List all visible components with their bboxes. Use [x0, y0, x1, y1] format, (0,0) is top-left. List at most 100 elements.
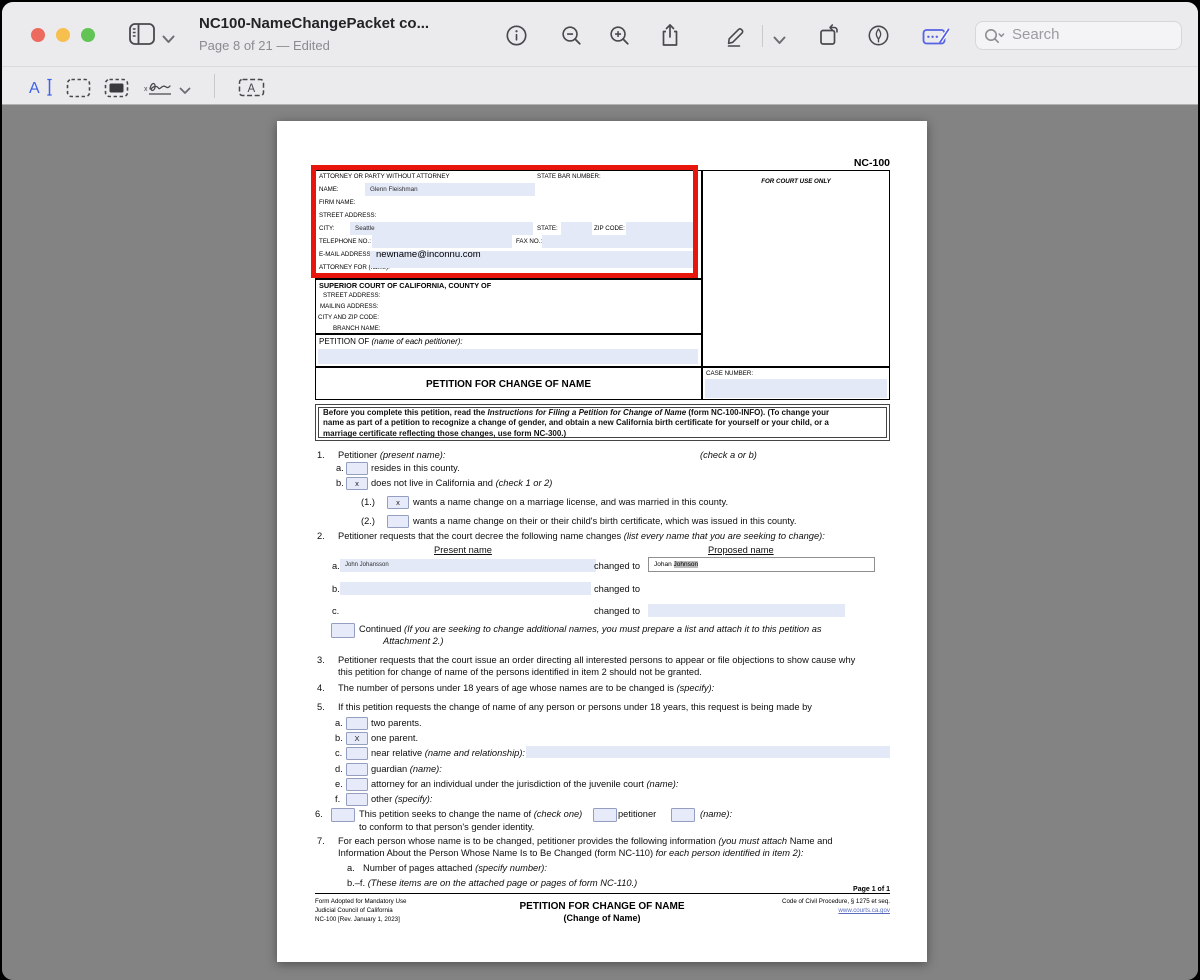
item6-line1: This petition seeks to change the name o… — [359, 809, 582, 819]
item1b-checkbox[interactable]: x — [346, 477, 368, 490]
markup-chevron-down-icon[interactable] — [773, 32, 786, 50]
item1a-checkbox[interactable] — [346, 462, 368, 475]
item1a-text: resides in this county. — [371, 463, 460, 473]
item2b-changed-to: changed to — [594, 584, 640, 594]
signature-chevron-down-icon[interactable] — [179, 82, 191, 100]
item4-number: 4. — [317, 683, 325, 693]
item3-number: 3. — [317, 655, 325, 665]
markup-toolbar-divider — [214, 74, 215, 98]
item5c-field[interactable] — [526, 746, 890, 758]
item2b-letter: b. — [332, 584, 340, 594]
item1b2-label: (2.) — [361, 516, 375, 526]
minimize-button[interactable] — [56, 28, 70, 42]
continuity-markup-pen-icon[interactable] — [867, 24, 890, 52]
court-cityzip-label: CITY AND ZIP CODE: — [318, 314, 379, 321]
court-branch-label: BRANCH NAME: — [333, 325, 380, 332]
item1b1-label: (1.) — [361, 497, 375, 507]
footer-rule — [315, 893, 890, 894]
text-selection-icon[interactable]: A — [28, 76, 58, 103]
svg-text:x: x — [144, 86, 148, 93]
item5b-checkbox[interactable]: X — [346, 732, 368, 745]
item5f-letter: f. — [335, 794, 340, 804]
search-input[interactable] — [1010, 25, 1174, 44]
zoom-out-icon[interactable] — [560, 24, 583, 52]
item5d-text: guardian (name): — [371, 764, 442, 774]
item5f-checkbox[interactable] — [346, 793, 368, 806]
markup-pencil-icon[interactable] — [724, 23, 748, 53]
item5b-text: one parent. — [371, 733, 418, 743]
footer-left-3: NC-100 [Rev. January 1, 2023] — [315, 916, 400, 923]
item7-line2: Information About the Person Whose Name … — [338, 848, 803, 858]
autofill-form-icon[interactable] — [922, 25, 952, 52]
proposed-name-header: Proposed name — [708, 545, 774, 555]
court-use-label: FOR COURT USE ONLY — [702, 178, 890, 185]
item2-continued-checkbox[interactable] — [331, 623, 355, 638]
item1a-letter: a. — [336, 463, 344, 473]
zoom-in-icon[interactable] — [608, 24, 631, 52]
sidebar-toggle-icon[interactable] — [129, 23, 155, 50]
item2c-proposed-field[interactable] — [648, 604, 845, 617]
court-street-label: STREET ADDRESS: — [323, 292, 380, 299]
markup-toolbar: A x A — [2, 66, 1198, 105]
rotate-icon[interactable] — [817, 22, 842, 53]
item5a-checkbox[interactable] — [346, 717, 368, 730]
item5-number: 5. — [317, 702, 325, 712]
item6-name-label: (name): — [700, 809, 732, 819]
item7-line1: For each person whose name is to be chan… — [338, 836, 833, 846]
court-use-box — [702, 170, 890, 367]
preview-window: NC100-NameChangePacket co... Page 8 of 2… — [2, 2, 1198, 980]
redact-icon[interactable] — [104, 78, 129, 103]
signature-icon[interactable]: x — [144, 77, 176, 102]
item5d-letter: d. — [335, 764, 343, 774]
footer-courts-link[interactable]: www.courts.ca.gov — [838, 907, 890, 914]
item2a-proposed-field[interactable]: Johan Johnson — [648, 557, 875, 572]
svg-text:A: A — [29, 80, 40, 97]
document-area[interactable]: NC-100 FOR COURT USE ONLY ATTORNEY OR PA… — [2, 105, 1198, 980]
info-icon[interactable] — [505, 24, 528, 52]
zoom-button[interactable] — [81, 28, 95, 42]
item1b1-checkbox[interactable]: x — [387, 496, 409, 509]
item6-petitioner-checkbox[interactable] — [593, 808, 617, 822]
item2c-changed-to: changed to — [594, 606, 640, 616]
petition-of-label: PETITION OF (name of each petitioner): — [319, 337, 463, 346]
text-box-icon[interactable]: A — [238, 78, 265, 102]
item6-checkbox[interactable] — [331, 808, 355, 822]
item5b-letter: b. — [335, 733, 343, 743]
item2a-changed-to: changed to — [594, 561, 640, 571]
item1-text: Petitioner (present name): — [338, 450, 445, 460]
item2b-present-field[interactable] — [340, 582, 591, 595]
close-button[interactable] — [31, 28, 45, 42]
item5c-letter: c. — [335, 748, 342, 758]
item5e-checkbox[interactable] — [346, 778, 368, 791]
item5c-text: near relative (name and relationship): — [371, 748, 525, 758]
item1b1-text: wants a name change on a marriage licens… — [413, 497, 728, 507]
item6-line2: to conform to that person's gender ident… — [359, 822, 534, 832]
footer-left-1: Form Adopted for Mandatory Use — [315, 898, 406, 905]
item2a-letter: a. — [332, 561, 340, 571]
item2-text: Petitioner requests that the court decre… — [338, 531, 825, 541]
case-number-field[interactable] — [705, 379, 887, 398]
item1b-letter: b. — [336, 478, 344, 488]
share-icon[interactable] — [658, 22, 682, 53]
court-mailing-label: MAILING ADDRESS: — [320, 303, 378, 310]
window-subtitle: Page 8 of 21 — Edited — [199, 38, 330, 53]
rectangular-selection-icon[interactable] — [66, 78, 91, 103]
window-title: NC100-NameChangePacket co... — [199, 15, 429, 32]
page-note: Page 1 of 1 — [853, 886, 890, 893]
search-field[interactable] — [975, 21, 1182, 50]
svg-text:A: A — [248, 83, 256, 95]
item6-name-checkbox[interactable] — [671, 808, 695, 822]
form-title: PETITION FOR CHANGE OF NAME — [315, 379, 702, 390]
item5d-checkbox[interactable] — [346, 763, 368, 776]
petition-of-field[interactable] — [318, 349, 698, 364]
item1-number: 1. — [317, 450, 325, 460]
footer-right-1: Code of Civil Procedure, § 1275 et seq. — [782, 898, 890, 905]
footer-left-2: Judicial Council of California — [315, 907, 393, 914]
item2a-present-field[interactable]: John Johansson — [340, 559, 596, 572]
red-box-annotation[interactable] — [311, 165, 698, 278]
item1b2-checkbox[interactable] — [387, 515, 409, 528]
pdf-page: NC-100 FOR COURT USE ONLY ATTORNEY OR PA… — [277, 121, 927, 962]
item5e-text: attorney for an individual under the jur… — [371, 779, 678, 789]
sidebar-chevron-down-icon[interactable] — [162, 31, 175, 49]
item5c-checkbox[interactable] — [346, 747, 368, 760]
